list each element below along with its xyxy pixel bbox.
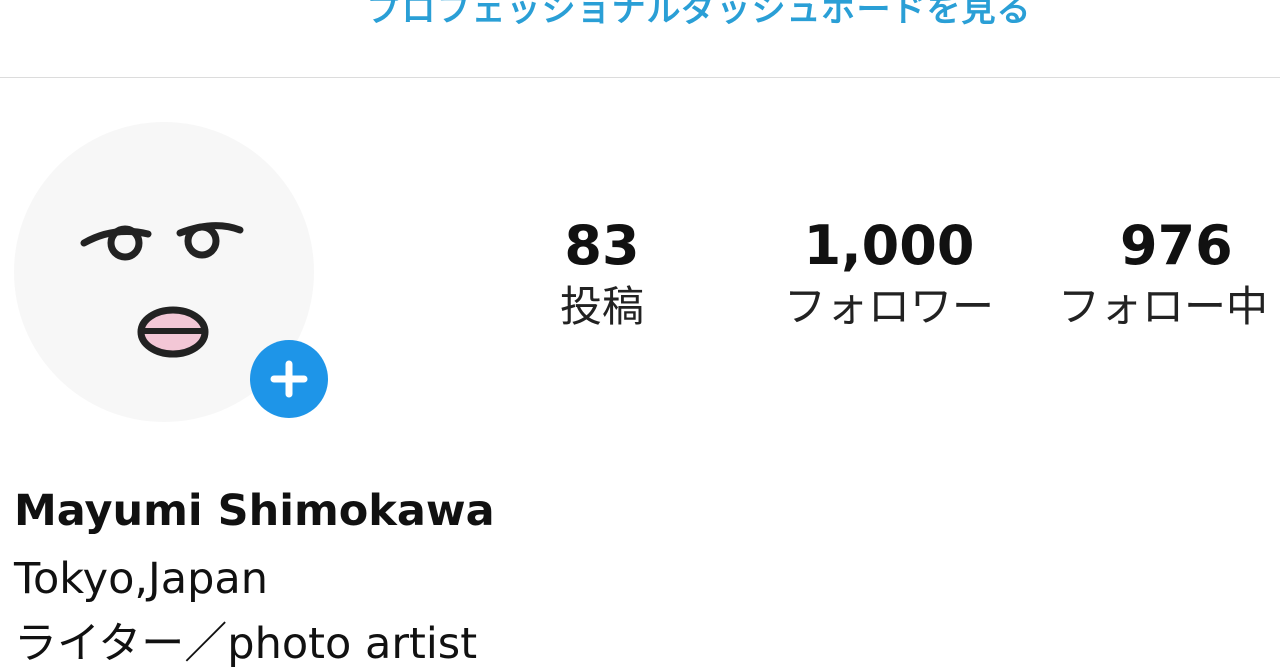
add-story-button[interactable]	[250, 340, 328, 418]
following-count: 976	[1120, 214, 1233, 277]
followers-count: 1,000	[803, 214, 975, 277]
posts-count: 83	[564, 214, 640, 277]
bio-title: ライター／photo artist	[14, 619, 478, 669]
followers-stat[interactable]: 1,000 フォロワー	[758, 213, 1020, 335]
followers-label: フォロワー	[783, 282, 994, 331]
posts-label: 投稿	[559, 282, 644, 331]
bio-location: Tokyo,Japan	[14, 554, 268, 604]
avatar-container	[14, 122, 328, 422]
header-divider	[0, 77, 1280, 78]
following-stat[interactable]: 976 フォロー中	[1058, 213, 1280, 335]
profile-name: Mayumi Shimokawa	[14, 486, 495, 536]
posts-stat[interactable]: 83 投稿	[502, 213, 702, 335]
plus-icon	[270, 360, 308, 398]
professional-dashboard-link[interactable]: プロフェッショナルダッシュボードを見る	[0, 0, 1280, 31]
following-label: フォロー中	[1058, 282, 1269, 331]
